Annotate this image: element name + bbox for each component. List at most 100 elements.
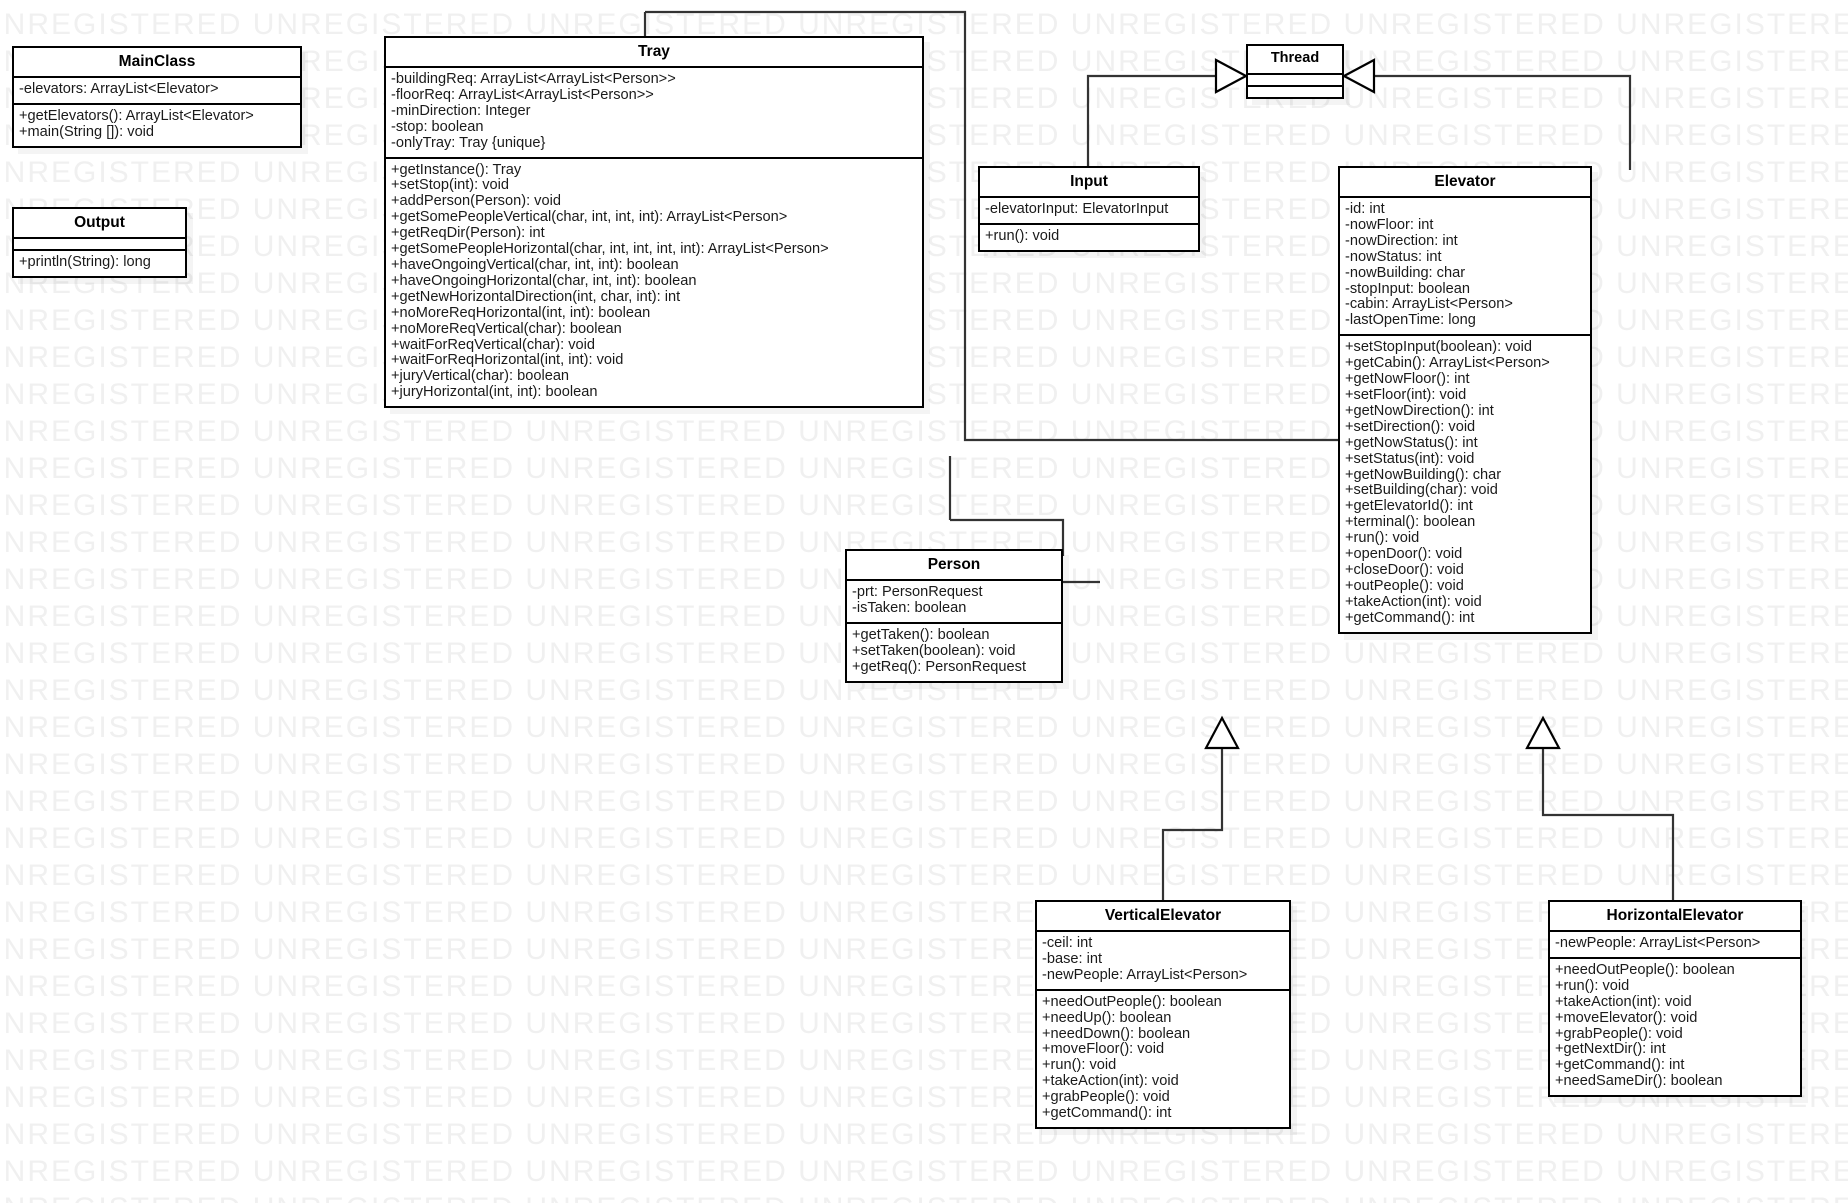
class-name-horizontal-elevator: HorizontalElevator xyxy=(1550,902,1800,933)
class-member: +outPeople(): void xyxy=(1345,577,1464,594)
class-box-output[interactable]: Output +println(String): long xyxy=(12,207,187,278)
class-member: +needUp(): boolean xyxy=(1042,1009,1172,1026)
attributes-output xyxy=(14,239,185,252)
watermark-line: UNREGISTERED UNREGISTERED UNREGISTERED U… xyxy=(0,859,1848,892)
class-member: +setFloor(int): void xyxy=(1345,387,1467,404)
watermark-line: UNREGISTERED UNREGISTERED UNREGISTERED U… xyxy=(0,822,1848,855)
class-member: +needOutPeople(): boolean xyxy=(1042,993,1222,1010)
generalization-arrow-vertical-elevator xyxy=(1204,715,1240,750)
watermark-line: UNREGISTERED UNREGISTERED UNREGISTERED U… xyxy=(0,8,1848,41)
class-name-mainclass: MainClass xyxy=(14,48,300,79)
class-member: +getNowBuilding(): char xyxy=(1345,466,1502,483)
class-member: +getCommand(): int xyxy=(1555,1057,1685,1074)
class-member: -base: int xyxy=(1042,950,1103,967)
class-member: +getNowFloor(): int xyxy=(1345,371,1470,388)
class-name-tray: Tray xyxy=(386,38,922,69)
class-member: -elevatorInput: ElevatorInput xyxy=(985,201,1169,218)
class-box-elevator[interactable]: Elevator -id: int -nowFloor: int -nowDirec… xyxy=(1338,166,1592,634)
class-member: -minDirection: Integer xyxy=(391,102,531,119)
class-member: +getReq(): PersonRequest xyxy=(852,658,1027,675)
class-box-vertical-elevator[interactable]: VerticalElevator -ceil: int -base: int -ne… xyxy=(1035,900,1291,1130)
class-member: +getNewHorizontalDirection(int, char, in… xyxy=(391,288,681,305)
class-member: -id: int xyxy=(1345,201,1385,218)
class-name-person: Person xyxy=(847,551,1061,582)
generalization-arrow-input-thread xyxy=(1214,58,1249,94)
watermark-line: UNREGISTERED UNREGISTERED UNREGISTERED U… xyxy=(0,1118,1848,1151)
class-member: +grabPeople(): void xyxy=(1042,1089,1170,1106)
class-member: +setStopInput(boolean): void xyxy=(1345,339,1533,356)
class-member: +getTaken(): boolean xyxy=(852,626,990,643)
class-member: +needSameDir(): boolean xyxy=(1555,1073,1723,1090)
wire-horizontal-elevator xyxy=(1541,735,1675,913)
methods-vertical-elevator: +needOutPeople(): boolean +needUp(): bool… xyxy=(1037,991,1289,1127)
watermark-line: UNREGISTERED UNREGISTERED UNREGISTERED U… xyxy=(0,1192,1848,1203)
attributes-input: -elevatorInput: ElevatorInput xyxy=(980,198,1198,225)
class-box-person[interactable]: Person -prt: PersonRequest -isTaken: bool… xyxy=(845,549,1063,683)
class-box-tray[interactable]: Tray -buildingReq: ArrayList<ArrayList<P… xyxy=(384,36,924,409)
class-member: +setStop(int): void xyxy=(391,177,510,194)
class-box-thread[interactable]: Thread xyxy=(1246,44,1344,99)
class-name-output: Output xyxy=(14,209,185,240)
class-member: -buildingReq: ArrayList<ArrayList<Person… xyxy=(391,71,676,88)
class-member: -lastOpenTime: long xyxy=(1345,312,1476,329)
class-member: -newPeople: ArrayList<Person> xyxy=(1042,966,1248,983)
methods-mainclass: +getElevators(): ArrayList<Elevator> +mai… xyxy=(14,105,300,146)
methods-person: +getTaken(): boolean +setTaken(boolean): … xyxy=(847,624,1061,681)
class-member: +takeAction(int): void xyxy=(1042,1073,1179,1090)
class-member: +setBuilding(char): void xyxy=(1345,482,1498,499)
class-member: +setTaken(boolean): void xyxy=(852,642,1016,659)
class-member: +moveFloor(): void xyxy=(1042,1041,1165,1058)
class-member: -nowDirection: int xyxy=(1345,232,1458,249)
attributes-elevator: -id: int -nowFloor: int -nowDirection: int… xyxy=(1340,198,1590,337)
class-member: +addPerson(Person): void xyxy=(391,193,561,210)
methods-thread xyxy=(1248,87,1342,97)
uml-diagram-canvas: UNREGISTERED UNREGISTERED UNREGISTERED U… xyxy=(0,0,1848,1203)
class-box-input[interactable]: Input -elevatorInput: ElevatorInput +run… xyxy=(978,166,1200,252)
class-name-elevator: Elevator xyxy=(1340,168,1590,199)
methods-input: +run(): void xyxy=(980,225,1198,250)
class-member: -elevators: ArrayList<Elevator> xyxy=(19,81,219,98)
watermark-line: UNREGISTERED UNREGISTERED UNREGISTERED U… xyxy=(0,1155,1848,1188)
class-member: +juryHorizontal(int, int): boolean xyxy=(391,384,598,401)
methods-horizontal-elevator: +needOutPeople(): boolean +run(): void +ta… xyxy=(1550,959,1800,1095)
attributes-tray: -buildingReq: ArrayList<ArrayList<Person… xyxy=(386,68,922,159)
watermark-line: UNREGISTERED UNREGISTERED UNREGISTERED U… xyxy=(0,711,1848,744)
class-member: +openDoor(): void xyxy=(1345,546,1463,563)
class-member: +setStatus(int): void xyxy=(1345,450,1475,467)
class-member: -newPeople: ArrayList<Person> xyxy=(1555,935,1761,952)
class-member: -stop: boolean xyxy=(391,118,484,135)
class-member: +getElevators(): ArrayList<Elevator> xyxy=(19,107,254,124)
class-member: +main(String []): void xyxy=(19,123,155,140)
class-member: +getElevatorId(): int xyxy=(1345,498,1473,515)
class-member: +getSomePeopleVertical(char, int, int, i… xyxy=(391,209,788,226)
class-member: +getCommand(): int xyxy=(1042,1105,1172,1122)
wire-thread-elevator xyxy=(1350,74,1632,170)
class-box-mainclass[interactable]: MainClass -elevators: ArrayList<Elevator… xyxy=(12,46,302,148)
class-member: +run(): void xyxy=(985,227,1060,244)
attributes-mainclass: -elevators: ArrayList<Elevator> xyxy=(14,78,300,105)
class-member: +getCommand(): int xyxy=(1345,609,1475,626)
attributes-vertical-elevator: -ceil: int -base: int -newPeople: ArrayLis… xyxy=(1037,932,1289,991)
class-member: +println(String): long xyxy=(19,254,151,271)
class-member: +haveOngoingVertical(char, int, int): bo… xyxy=(391,257,679,274)
class-member: +noMoreReqVertical(char): boolean xyxy=(391,320,622,337)
class-member: +getNowStatus(): int xyxy=(1345,434,1478,451)
methods-elevator: +setStopInput(boolean): void +getCabin():… xyxy=(1340,336,1590,631)
class-member: +moveElevator(): void xyxy=(1555,1009,1698,1026)
class-member: +needDown(): boolean xyxy=(1042,1025,1191,1042)
class-member: +noMoreReqHorizontal(int, int): boolean xyxy=(391,304,651,321)
class-member: -nowBuilding: char xyxy=(1345,264,1466,281)
class-member: -stopInput: boolean xyxy=(1345,280,1470,297)
generalization-arrow-elevator-thread xyxy=(1341,58,1376,94)
watermark-line: UNREGISTERED UNREGISTERED UNREGISTERED U… xyxy=(0,785,1848,818)
wire-vertical-elevator xyxy=(1161,735,1224,913)
methods-tray: +getInstance(): Tray +setStop(int): void +… xyxy=(386,159,922,407)
class-member: +run(): void xyxy=(1042,1057,1117,1074)
class-member: +getNowDirection(): int xyxy=(1345,402,1494,419)
class-member: +waitForReqHorizontal(int, int): void xyxy=(391,352,624,369)
class-member: +juryVertical(char): boolean xyxy=(391,368,570,385)
class-box-horizontal-elevator[interactable]: HorizontalElevator -newPeople: ArrayList… xyxy=(1548,900,1802,1098)
class-member: -prt: PersonRequest xyxy=(852,584,983,601)
attributes-person: -prt: PersonRequest -isTaken: boolean xyxy=(847,581,1061,624)
class-name-thread: Thread xyxy=(1248,46,1342,75)
